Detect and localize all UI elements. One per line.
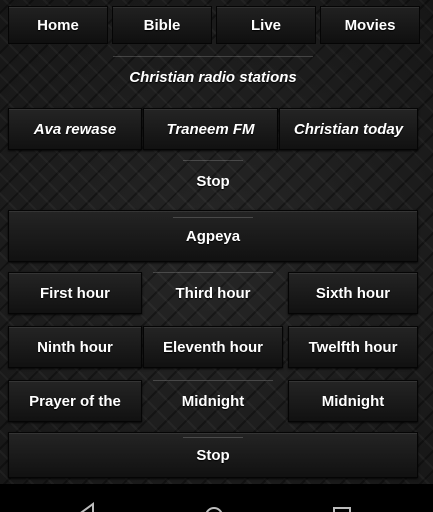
prayer-of-the-label: Prayer of the xyxy=(29,392,121,410)
movies-tab[interactable]: Movies xyxy=(320,6,420,44)
bible-tab[interactable]: Bible xyxy=(112,6,212,44)
eleventh-hour-label: Eleventh hour xyxy=(162,338,263,356)
stop-agpeya-label: Stop xyxy=(196,446,230,464)
sixth-hour-button[interactable]: Sixth hour xyxy=(288,272,418,314)
home-tab[interactable]: Home xyxy=(8,6,108,44)
stop-radio-label: Stop xyxy=(196,172,230,190)
bible-tab-label: Bible xyxy=(143,16,181,34)
stop-radio-button[interactable]: Stop xyxy=(8,160,418,202)
christian-today-label: Christian today xyxy=(293,120,404,138)
midnight-button-1[interactable]: Midnight xyxy=(143,380,283,422)
back-icon xyxy=(80,502,94,512)
stop-agpeya-button[interactable]: Stop xyxy=(8,432,418,478)
home-nav-button[interactable] xyxy=(184,484,244,512)
christian-radio-header: Christian radio stations xyxy=(8,56,418,98)
live-tab-label: Live xyxy=(250,16,281,34)
christian-today-button[interactable]: Christian today xyxy=(279,108,418,150)
movies-tab-label: Movies xyxy=(344,16,396,34)
sixth-hour-label: Sixth hour xyxy=(315,284,391,302)
recents-icon xyxy=(333,507,351,512)
twelfth-hour-button[interactable]: Twelfth hour xyxy=(288,326,418,368)
first-hour-button[interactable]: First hour xyxy=(8,272,142,314)
third-hour-label: Third hour xyxy=(175,284,251,302)
eleventh-hour-button[interactable]: Eleventh hour xyxy=(143,326,283,368)
agpeya-header[interactable]: Agpeya xyxy=(8,210,418,262)
recents-button[interactable] xyxy=(312,484,372,512)
christian-radio-label: Christian radio stations xyxy=(129,68,297,86)
home-icon xyxy=(205,507,223,512)
midnight-label-2: Midnight xyxy=(321,392,385,410)
home-tab-label: Home xyxy=(37,16,79,34)
ava-rewase-button[interactable]: Ava rewase xyxy=(8,108,142,150)
twelfth-hour-label: Twelfth hour xyxy=(308,338,398,356)
midnight-button-2[interactable]: Midnight xyxy=(288,380,418,422)
midnight-label-1: Midnight xyxy=(181,392,245,410)
traneem-fm-button[interactable]: Traneem FM xyxy=(143,108,278,150)
traneem-fm-label: Traneem FM xyxy=(166,120,255,138)
ninth-hour-button[interactable]: Ninth hour xyxy=(8,326,142,368)
ava-rewase-label: Ava rewase xyxy=(33,120,117,138)
third-hour-button[interactable]: Third hour xyxy=(143,272,283,314)
system-nav-bar xyxy=(0,484,433,512)
agpeya-label: Agpeya xyxy=(185,227,241,245)
live-tab[interactable]: Live xyxy=(216,6,316,44)
app-screen: Home Bible Live Movies Christian radio s… xyxy=(0,0,433,484)
prayer-of-the-button[interactable]: Prayer of the xyxy=(8,380,142,422)
first-hour-label: First hour xyxy=(40,284,110,302)
ninth-hour-label: Ninth hour xyxy=(37,338,113,356)
back-button[interactable] xyxy=(60,484,120,512)
